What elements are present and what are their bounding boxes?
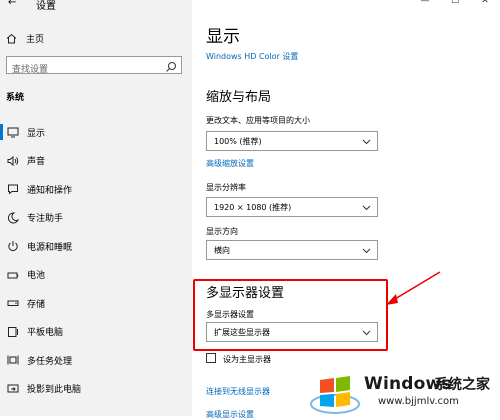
monitor-icon bbox=[7, 126, 19, 138]
battery-icon bbox=[7, 269, 19, 281]
hd-color-link[interactable]: Windows HD Color 设置 bbox=[206, 51, 298, 62]
sidebar-item-battery[interactable]: 电池 bbox=[0, 261, 192, 290]
sidebar-item-label: 声音 bbox=[27, 157, 46, 168]
main-display-checkbox[interactable] bbox=[206, 353, 216, 363]
watermark: Windows 系统之家 www.bjjmlv.com bbox=[306, 370, 500, 416]
window-title: 设置 bbox=[36, 1, 56, 12]
tablet-icon bbox=[7, 326, 19, 338]
watermark-url: www.bjjmlv.com bbox=[378, 396, 459, 407]
section-label: 系统 bbox=[6, 93, 25, 103]
orientation-dropdown[interactable]: 横向 bbox=[206, 240, 378, 260]
orientation-value: 横向 bbox=[214, 245, 230, 255]
search-box[interactable] bbox=[6, 56, 182, 78]
main-content: 显示 Windows HD Color 设置 缩放与布局 更改文本、应用等项目的… bbox=[206, 0, 500, 419]
highlight-box bbox=[193, 279, 388, 351]
annotation-arrow-icon bbox=[386, 271, 441, 305]
notification-icon bbox=[7, 183, 19, 195]
sidebar-item-notifications[interactable]: 通知和操作 bbox=[0, 175, 192, 204]
sidebar-item-label: 专注助手 bbox=[27, 214, 64, 225]
sidebar-item-focus-assist[interactable]: 专注助手 bbox=[0, 204, 192, 233]
search-input[interactable] bbox=[7, 62, 162, 78]
sidebar-item-label: 电源和睡眠 bbox=[27, 242, 73, 253]
sidebar-item-sound[interactable]: 声音 bbox=[0, 147, 192, 176]
scale-label: 更改文本、应用等项目的大小 bbox=[206, 116, 310, 125]
sidebar-nav: 显示 声音 通知和操作 专注助手 电源和睡眠 电池 存储 平板电脑 多任务处理 … bbox=[0, 118, 192, 403]
advanced-display-link[interactable]: 高级显示设置 bbox=[206, 409, 254, 420]
search-icon[interactable] bbox=[165, 58, 177, 77]
sidebar-item-label: 显示 bbox=[27, 128, 46, 139]
sidebar-item-power-sleep[interactable]: 电源和睡眠 bbox=[0, 232, 192, 261]
home-nav-item[interactable]: 主页 bbox=[6, 30, 44, 46]
sidebar-item-tablet[interactable]: 平板电脑 bbox=[0, 318, 192, 347]
resolution-value: 1920 × 1080 (推荐) bbox=[214, 202, 292, 212]
sidebar-item-label: 投影到此电脑 bbox=[27, 385, 82, 396]
home-icon bbox=[6, 33, 18, 44]
project-icon bbox=[7, 383, 19, 395]
sidebar: ← 设置 主页 系统 显示 声音 通知和操作 专注助手 bbox=[0, 0, 192, 416]
chevron-down-icon bbox=[362, 246, 371, 257]
windows-logo-icon bbox=[310, 376, 360, 414]
scale-value: 100% (推荐) bbox=[214, 136, 262, 146]
page-title: 显示 bbox=[206, 27, 240, 47]
watermark-site-name: 系统之家 bbox=[434, 377, 490, 393]
sidebar-item-label: 多任务处理 bbox=[27, 356, 73, 367]
resolution-label: 显示分辨率 bbox=[206, 183, 246, 192]
sidebar-item-display[interactable]: 显示 bbox=[0, 118, 192, 147]
scale-layout-heading: 缩放与布局 bbox=[206, 90, 272, 105]
storage-icon bbox=[7, 297, 19, 309]
sidebar-item-multitasking[interactable]: 多任务处理 bbox=[0, 346, 192, 375]
chevron-down-icon bbox=[362, 137, 371, 148]
sidebar-item-label: 平板电脑 bbox=[27, 328, 64, 339]
multitask-icon bbox=[7, 354, 19, 366]
chevron-down-icon bbox=[362, 203, 371, 214]
advanced-scaling-link[interactable]: 高级缩放设置 bbox=[206, 158, 254, 169]
orientation-label: 显示方向 bbox=[206, 227, 238, 236]
moon-icon bbox=[7, 212, 19, 224]
sidebar-item-label: 通知和操作 bbox=[27, 185, 73, 196]
active-indicator bbox=[0, 124, 3, 140]
main-display-checkbox-label: 设为主显示器 bbox=[223, 355, 271, 364]
sidebar-item-label: 电池 bbox=[27, 271, 46, 282]
scale-dropdown[interactable]: 100% (推荐) bbox=[206, 131, 378, 151]
back-arrow-icon[interactable]: ← bbox=[8, 0, 16, 8]
sidebar-item-storage[interactable]: 存储 bbox=[0, 289, 192, 318]
wireless-display-link[interactable]: 连接到无线显示器 bbox=[206, 386, 270, 397]
speaker-icon bbox=[7, 155, 19, 167]
sidebar-item-project[interactable]: 投影到此电脑 bbox=[0, 375, 192, 404]
home-label: 主页 bbox=[26, 34, 45, 45]
resolution-dropdown[interactable]: 1920 × 1080 (推荐) bbox=[206, 197, 378, 217]
power-icon bbox=[7, 240, 19, 252]
sidebar-item-label: 存储 bbox=[27, 299, 46, 310]
